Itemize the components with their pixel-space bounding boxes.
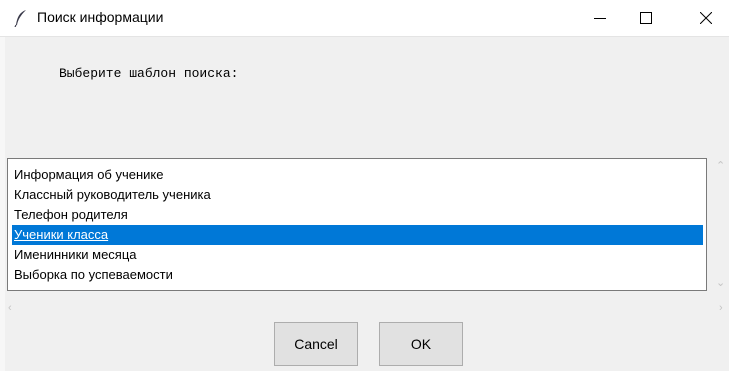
minimize-button[interactable] [577, 0, 623, 36]
maximize-button[interactable] [623, 0, 669, 36]
scroll-left-icon[interactable]: ‹ [8, 303, 12, 314]
scroll-right-icon[interactable]: › [719, 303, 723, 314]
search-template-prompt: Выберите шаблон поиска: [59, 66, 239, 81]
close-icon [700, 12, 712, 24]
window-title: Поиск информации [37, 9, 164, 25]
minimize-icon [594, 18, 606, 19]
ok-button[interactable]: OK [379, 322, 463, 366]
list-item[interactable]: Информация об ученике [12, 165, 703, 185]
search-template-listbox[interactable]: Информация об ученике Классный руководит… [7, 158, 707, 291]
title-bar: Поиск информации [0, 0, 729, 37]
list-item[interactable]: Телефон родителя [12, 205, 703, 225]
feather-icon [14, 10, 26, 27]
list-item[interactable]: Выборка по успеваемости [12, 265, 703, 285]
cancel-button[interactable]: Cancel [274, 322, 358, 366]
horizontal-scrollbar[interactable]: ‹ › [5, 300, 729, 317]
list-item[interactable]: Именинники месяца [12, 245, 703, 265]
list-item-selected[interactable]: Ученики класса [12, 225, 703, 245]
maximize-icon [640, 12, 652, 24]
scroll-up-icon[interactable]: ⌃ [716, 161, 725, 172]
list-item[interactable]: Классный руководитель ученика [12, 185, 703, 205]
window-edge [0, 37, 5, 371]
scroll-down-icon[interactable]: ⌄ [716, 278, 725, 289]
vertical-scrollbar[interactable]: ⌃ ⌄ [712, 158, 729, 291]
close-button[interactable] [683, 0, 729, 36]
